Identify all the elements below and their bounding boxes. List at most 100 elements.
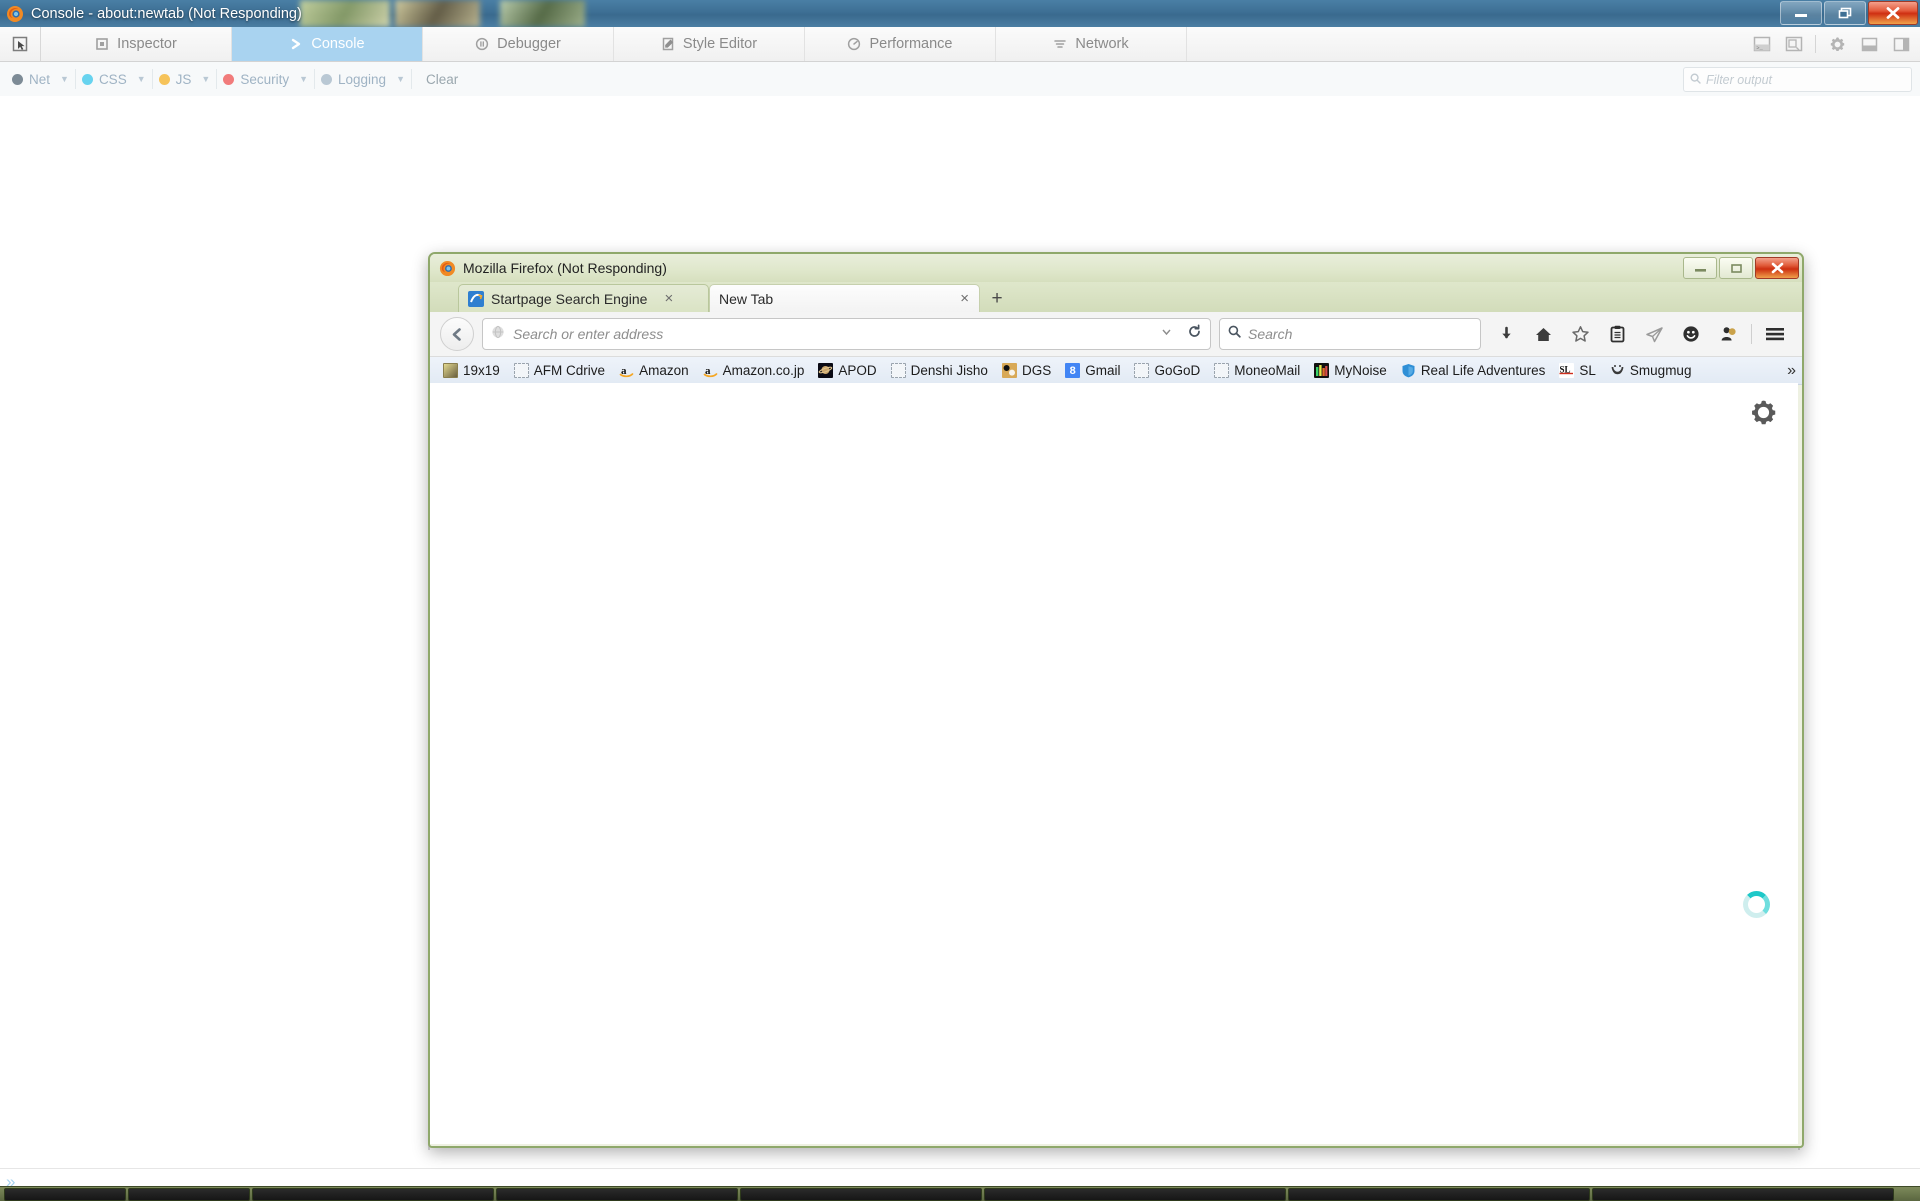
bookmark-amazon[interactable]: a Amazon xyxy=(612,360,696,382)
devtools-panel: Inspector Console Debugger Style Editor xyxy=(0,27,1920,97)
clipboard-icon[interactable] xyxy=(1600,318,1634,350)
desktop-blur-artifact xyxy=(300,0,390,27)
tab-network[interactable]: Network xyxy=(996,27,1187,61)
address-bar[interactable]: Search or enter address xyxy=(482,318,1211,350)
tab-network-label: Network xyxy=(1075,36,1129,52)
clear-button[interactable]: Clear xyxy=(412,67,472,91)
bookmark-real-life-adventures[interactable]: Real Life Adventures xyxy=(1394,360,1553,382)
taskbar-item[interactable] xyxy=(740,1187,982,1201)
os-close-button[interactable] xyxy=(1868,1,1918,25)
bookmarks-overflow-chevron[interactable]: » xyxy=(1787,362,1796,380)
firefox-restore-button[interactable] xyxy=(1719,257,1753,279)
bookmark-afm-cdrive[interactable]: AFM Cdrive xyxy=(507,360,612,382)
bookmark-amazon-cojp[interactable]: a Amazon.co.jp xyxy=(696,360,812,382)
bookmark-apod[interactable]: APOD xyxy=(811,360,883,382)
filter-output-input[interactable]: Filter output xyxy=(1683,67,1912,92)
chevron-down-icon[interactable] xyxy=(1160,325,1173,343)
settings-gear-icon[interactable] xyxy=(1822,29,1852,59)
taskbar-item[interactable] xyxy=(4,1187,126,1201)
bookmark-mynoise[interactable]: MyNoise xyxy=(1307,360,1394,382)
filter-security[interactable]: Security ▼ xyxy=(217,66,314,92)
taskbar-item[interactable] xyxy=(128,1187,250,1201)
filter-logging[interactable]: Logging ▼ xyxy=(315,66,411,92)
bookmark-denshi-jisho[interactable]: Denshi Jisho xyxy=(884,360,995,382)
bookmark-apod-label: APOD xyxy=(838,363,877,378)
os-restore-button[interactable] xyxy=(1824,1,1866,25)
filter-security-dot xyxy=(223,73,235,85)
firefox-browser-window: Mozilla Firefox (Not Responding) Startpa… xyxy=(428,252,1804,1148)
element-picker-icon[interactable] xyxy=(0,27,41,61)
hamburger-menu-icon[interactable] xyxy=(1758,318,1792,350)
bookmark-amazon-cojp-label: Amazon.co.jp xyxy=(722,363,805,378)
tab-debugger[interactable]: Debugger xyxy=(423,27,614,61)
split-console-icon[interactable]: >_ xyxy=(1747,29,1777,59)
bookmark-sl[interactable]: SL SL xyxy=(1552,360,1603,382)
bookmark-denshi-jisho-label: Denshi Jisho xyxy=(910,363,988,378)
bookmark-star-icon[interactable] xyxy=(1563,318,1597,350)
chevron-down-icon[interactable]: ▼ xyxy=(299,74,308,84)
taskbar-item[interactable] xyxy=(984,1187,1286,1201)
firefox-close-button[interactable] xyxy=(1755,257,1799,279)
taskbar-item[interactable] xyxy=(1592,1187,1894,1201)
bookmark-19x19[interactable]: 19x19 xyxy=(436,360,507,382)
chevron-down-icon[interactable]: ▼ xyxy=(60,74,69,84)
bookmark-smugmug[interactable]: Smugmug xyxy=(1603,360,1699,382)
bookmark-dgs[interactable]: DGS xyxy=(995,360,1058,382)
firefox-window-title: Mozilla Firefox (Not Responding) xyxy=(463,260,667,276)
firefox-navigation-toolbar: Search or enter address Search xyxy=(430,312,1802,357)
filter-net[interactable]: Net ▼ xyxy=(6,66,75,92)
tab-inspector-label: Inspector xyxy=(117,36,177,52)
person-icon[interactable] xyxy=(1711,318,1745,350)
bookmark-gmail-label: Gmail xyxy=(1085,363,1121,378)
settings-gear-icon[interactable] xyxy=(1750,399,1777,431)
filter-css-label: CSS xyxy=(98,71,127,87)
paper-plane-icon[interactable] xyxy=(1637,318,1671,350)
download-arrow-icon[interactable] xyxy=(1489,318,1523,350)
filter-css[interactable]: CSS ▼ xyxy=(76,66,152,92)
home-icon[interactable] xyxy=(1526,318,1560,350)
blank-favicon xyxy=(1134,363,1150,378)
filter-js[interactable]: JS ▼ xyxy=(153,66,217,92)
taskbar-item[interactable] xyxy=(1288,1187,1590,1201)
tab-performance[interactable]: Performance xyxy=(805,27,996,61)
responsive-design-mode-icon[interactable] xyxy=(1779,29,1809,59)
bookmark-gogod[interactable]: GoGoD xyxy=(1127,360,1207,382)
firefox-minimize-button[interactable] xyxy=(1683,257,1717,279)
taskbar-item[interactable] xyxy=(496,1187,738,1201)
filter-logging-label: Logging xyxy=(338,71,387,87)
taskbar-item[interactable] xyxy=(252,1187,494,1201)
console-divider xyxy=(0,1168,1920,1169)
dgs-go-board-icon xyxy=(1001,363,1017,378)
back-button[interactable] xyxy=(440,317,474,351)
close-icon[interactable]: × xyxy=(664,291,673,306)
dock-bottom-icon[interactable] xyxy=(1854,29,1884,59)
bookmark-moneomail[interactable]: MoneoMail xyxy=(1207,360,1307,382)
reload-icon[interactable] xyxy=(1187,324,1202,344)
tab-style-editor[interactable]: Style Editor xyxy=(614,27,805,61)
bookmark-19x19-label: 19x19 xyxy=(463,363,500,378)
chevron-down-icon[interactable]: ▼ xyxy=(396,74,405,84)
new-tab-button[interactable]: + xyxy=(980,285,1014,312)
page-content-area[interactable] xyxy=(430,383,1798,1144)
filter-js-dot xyxy=(158,73,170,85)
bookmark-amazon-label: Amazon xyxy=(639,363,689,378)
address-bar-placeholder: Search or enter address xyxy=(513,326,664,342)
browser-tab-startpage[interactable]: Startpage Search Engine × xyxy=(458,284,709,312)
bookmark-smugmug-label: Smugmug xyxy=(1629,363,1692,378)
smiley-face-icon[interactable] xyxy=(1674,318,1708,350)
dock-side-icon[interactable] xyxy=(1886,29,1916,59)
smugmug-icon xyxy=(1610,363,1625,378)
os-minimize-button[interactable] xyxy=(1780,1,1822,25)
close-icon[interactable]: × xyxy=(960,291,969,306)
chevron-down-icon[interactable]: ▼ xyxy=(201,74,210,84)
search-bar[interactable]: Search xyxy=(1219,318,1481,350)
chevron-down-icon[interactable]: ▼ xyxy=(137,74,146,84)
tab-debugger-label: Debugger xyxy=(497,36,561,52)
tab-console[interactable]: Console xyxy=(232,27,423,61)
toolbar-divider xyxy=(1751,324,1752,344)
pixel-icon xyxy=(443,363,458,378)
bookmark-gmail[interactable]: 8 Gmail xyxy=(1058,360,1127,382)
tab-inspector[interactable]: Inspector xyxy=(41,27,232,61)
os-window-controls xyxy=(1778,1,1918,25)
browser-tab-newtab[interactable]: New Tab × xyxy=(709,284,980,312)
